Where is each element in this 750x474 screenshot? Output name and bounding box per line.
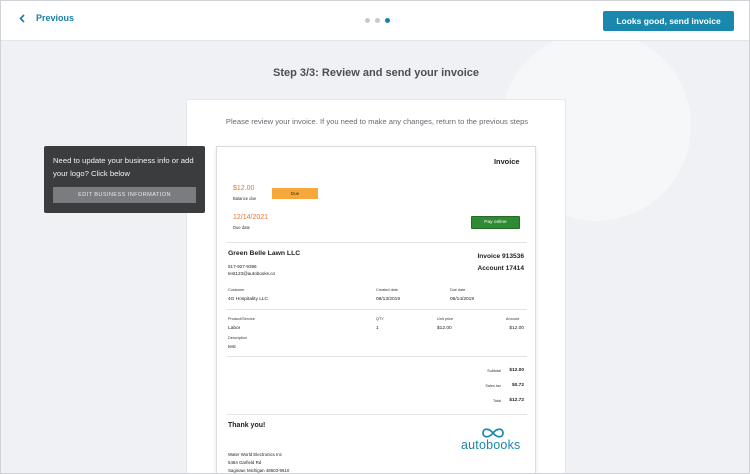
sales-tax-label: Sales tax xyxy=(485,384,501,388)
balance-due-label: Balance due xyxy=(233,196,257,201)
total-value: $12.72 xyxy=(509,398,524,403)
previous-button[interactable]: Previous xyxy=(19,13,74,23)
remit-city: Saginaw, Michigan 48603-9610 xyxy=(228,468,290,473)
business-email: test123@autobooks.co xyxy=(228,271,276,276)
divider xyxy=(227,414,527,415)
previous-label: Previous xyxy=(36,13,75,23)
pay-online-button[interactable]: Pay online xyxy=(471,216,520,229)
thank-you-text: Thank you! xyxy=(228,422,266,429)
edit-business-info-button[interactable]: EDIT BUSINESS INFORMATION xyxy=(53,187,196,203)
top-bar: Previous Looks good, send invoice xyxy=(1,1,749,41)
send-invoice-button[interactable]: Looks good, send invoice xyxy=(603,11,734,31)
created-date-value: 08/13/2019 xyxy=(376,297,401,302)
due-date-label: Due date xyxy=(233,225,250,230)
line-unit-price: $12.00 xyxy=(437,326,452,331)
business-name: Green Belle Lawn LLC xyxy=(228,250,301,257)
customer-value: 4G Hospitality LLC xyxy=(228,297,268,302)
divider xyxy=(227,356,527,357)
review-message: Please review your invoice. If you need … xyxy=(225,117,529,126)
customer-label: Customer xyxy=(228,288,245,292)
col-qty-header: QTY xyxy=(376,317,384,321)
description-value: test xyxy=(228,345,236,350)
status-badge: Due xyxy=(272,188,318,199)
line-qty: 1 xyxy=(376,326,379,331)
chevron-left-icon xyxy=(19,13,25,23)
business-info-tooltip: Need to update your business info or add… xyxy=(44,146,205,213)
sales-tax-value: $0.72 xyxy=(511,383,524,388)
step-indicator xyxy=(365,18,390,23)
line-amount: $12.00 xyxy=(509,326,524,331)
balance-amount: $12.00 xyxy=(233,185,255,192)
description-label: Description xyxy=(228,336,247,340)
divider xyxy=(227,309,527,310)
due-date-meta-label: Due date xyxy=(450,288,466,292)
business-phone: 517-927-9396 xyxy=(228,264,257,269)
tooltip-message: Need to update your business info or add… xyxy=(53,156,194,178)
account-number: Account 17414 xyxy=(477,265,524,272)
remit-street: 5484 Garfield Rd xyxy=(228,460,262,465)
col-amount-header: Amount xyxy=(505,317,519,321)
remit-name: Water World Electronics Inc xyxy=(228,452,282,457)
invoice-title: Invoice xyxy=(494,157,520,166)
col-unit-price-header: Unit price xyxy=(437,317,454,321)
step-dot-1 xyxy=(365,18,370,23)
divider xyxy=(227,242,527,243)
step-dot-2 xyxy=(375,18,380,23)
subtotal-value: $12.00 xyxy=(509,368,524,373)
autobooks-logo: autobooks xyxy=(458,426,528,454)
app-frame: Previous Looks good, send invoice Step 3… xyxy=(0,0,750,474)
col-product-header: Product/Service xyxy=(228,317,255,321)
due-date: 12/14/2021 xyxy=(233,214,269,221)
line-product: Labor xyxy=(228,326,241,331)
brand-name: autobooks xyxy=(461,438,521,452)
invoice-preview: Invoice $12.00 Balance due Due 12/14/202… xyxy=(216,146,536,473)
total-label: Total xyxy=(492,399,501,403)
invoice-number: Invoice 913536 xyxy=(477,253,524,260)
due-date-meta-value: 08/14/2019 xyxy=(450,297,475,302)
created-date-label: Created date xyxy=(376,288,398,292)
subtotal-label: Subtotal xyxy=(487,369,501,373)
step-dot-3 xyxy=(385,18,390,23)
page-title: Step 3/3: Review and send your invoice xyxy=(272,67,479,79)
